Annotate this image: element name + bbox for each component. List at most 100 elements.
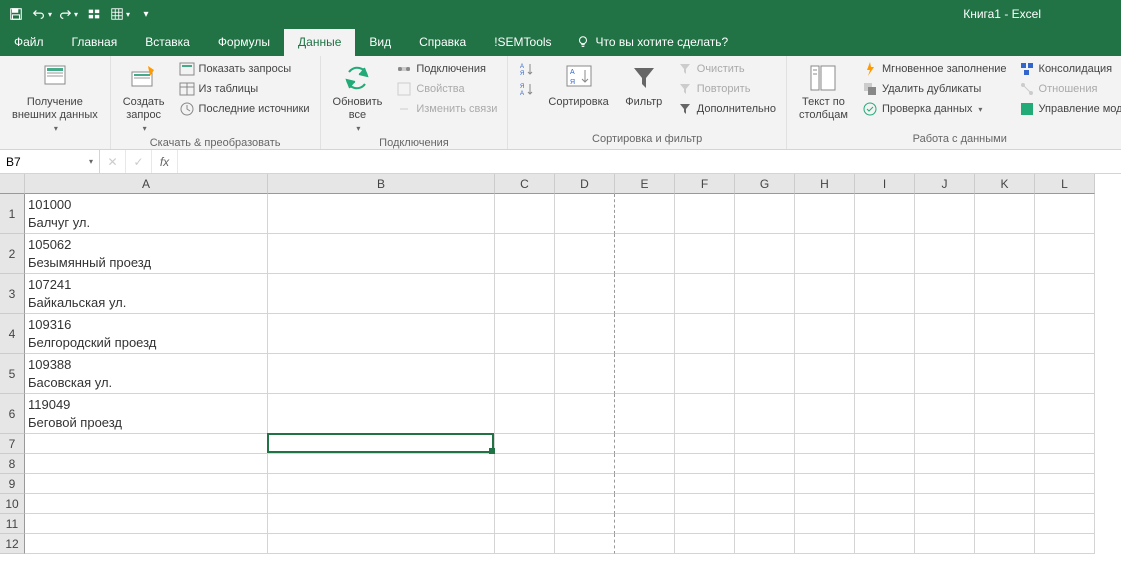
sort-button[interactable]: АЯ Сортировка [542,60,614,111]
cell-K7[interactable] [975,434,1035,454]
cell-C4[interactable] [495,314,555,354]
tab-home[interactable]: Главная [58,29,132,56]
cell-E2[interactable] [615,234,675,274]
cell-B1[interactable] [268,194,495,234]
cell-A12[interactable] [25,534,268,554]
cell-H1[interactable] [795,194,855,234]
cell-J6[interactable] [915,394,975,434]
cell-I12[interactable] [855,534,915,554]
cell-L7[interactable] [1035,434,1095,454]
cell-B11[interactable] [268,514,495,534]
row-header-12[interactable]: 12 [0,534,25,554]
cell-B4[interactable] [268,314,495,354]
cell-I4[interactable] [855,314,915,354]
formula-input[interactable] [178,155,1121,169]
cell-D9[interactable] [555,474,615,494]
name-box[interactable]: B7▾ [0,150,100,173]
show-queries-button[interactable]: Показать запросы [175,60,314,78]
cell-G1[interactable] [735,194,795,234]
cells-area[interactable]: 101000 Балчуг ул.105062 Безымянный проез… [25,194,1095,554]
consolidate-button[interactable]: Консолидация [1015,60,1121,78]
cell-H2[interactable] [795,234,855,274]
qat-custom2-icon[interactable]: ▾ [108,2,132,26]
row-header-2[interactable]: 2 [0,234,25,274]
cell-B3[interactable] [268,274,495,314]
cell-B2[interactable] [268,234,495,274]
text-to-columns-button[interactable]: Текст по столбцам [793,60,854,124]
cell-B6[interactable] [268,394,495,434]
cell-E12[interactable] [615,534,675,554]
cell-L12[interactable] [1035,534,1095,554]
cell-K5[interactable] [975,354,1035,394]
col-header-F[interactable]: F [675,174,735,194]
tab-semtools[interactable]: !SEMTools [480,29,565,56]
cell-A7[interactable] [25,434,268,454]
cell-A10[interactable] [25,494,268,514]
cell-A8[interactable] [25,454,268,474]
qat-customize-icon[interactable]: ▾ [134,2,158,26]
cell-D8[interactable] [555,454,615,474]
cell-I2[interactable] [855,234,915,274]
cell-G9[interactable] [735,474,795,494]
row-header-8[interactable]: 8 [0,454,25,474]
cell-E1[interactable] [615,194,675,234]
tell-me-search[interactable]: Что вы хотите сделать? [566,29,739,56]
cell-I9[interactable] [855,474,915,494]
tab-file[interactable]: Файл [0,29,58,56]
sort-az-button[interactable]: АЯ [514,60,538,78]
cell-I8[interactable] [855,454,915,474]
cell-H12[interactable] [795,534,855,554]
col-header-K[interactable]: K [975,174,1035,194]
cell-C11[interactable] [495,514,555,534]
cell-I10[interactable] [855,494,915,514]
tab-help[interactable]: Справка [405,29,480,56]
cell-I3[interactable] [855,274,915,314]
cell-C10[interactable] [495,494,555,514]
fx-icon[interactable]: fx [152,150,178,173]
cell-D2[interactable] [555,234,615,274]
col-header-A[interactable]: A [25,174,268,194]
from-table-button[interactable]: Из таблицы [175,80,314,98]
cell-F4[interactable] [675,314,735,354]
cell-B7[interactable] [268,434,495,454]
cell-G4[interactable] [735,314,795,354]
cell-L10[interactable] [1035,494,1095,514]
cell-L4[interactable] [1035,314,1095,354]
cell-G5[interactable] [735,354,795,394]
cell-J5[interactable] [915,354,975,394]
cell-A2[interactable]: 105062 Безымянный проезд [25,234,268,274]
cell-K4[interactable] [975,314,1035,354]
row-header-10[interactable]: 10 [0,494,25,514]
cell-A1[interactable]: 101000 Балчуг ул. [25,194,268,234]
row-header-3[interactable]: 3 [0,274,25,314]
cell-E7[interactable] [615,434,675,454]
select-all-corner[interactable] [0,174,25,194]
cell-D1[interactable] [555,194,615,234]
redo-icon[interactable]: ▾ [56,2,80,26]
recent-sources-button[interactable]: Последние источники [175,100,314,118]
cell-G2[interactable] [735,234,795,274]
cell-C6[interactable] [495,394,555,434]
cell-C5[interactable] [495,354,555,394]
cell-D4[interactable] [555,314,615,354]
tab-formulas[interactable]: Формулы [204,29,284,56]
cell-H9[interactable] [795,474,855,494]
cell-D5[interactable] [555,354,615,394]
cell-H3[interactable] [795,274,855,314]
cell-L6[interactable] [1035,394,1095,434]
cell-J10[interactable] [915,494,975,514]
col-header-G[interactable]: G [735,174,795,194]
cell-C1[interactable] [495,194,555,234]
cell-H5[interactable] [795,354,855,394]
cell-H7[interactable] [795,434,855,454]
cell-H4[interactable] [795,314,855,354]
cell-J1[interactable] [915,194,975,234]
cell-F11[interactable] [675,514,735,534]
cell-G10[interactable] [735,494,795,514]
cell-J11[interactable] [915,514,975,534]
cell-A9[interactable] [25,474,268,494]
cell-H10[interactable] [795,494,855,514]
cell-E10[interactable] [615,494,675,514]
row-header-7[interactable]: 7 [0,434,25,454]
cell-F10[interactable] [675,494,735,514]
